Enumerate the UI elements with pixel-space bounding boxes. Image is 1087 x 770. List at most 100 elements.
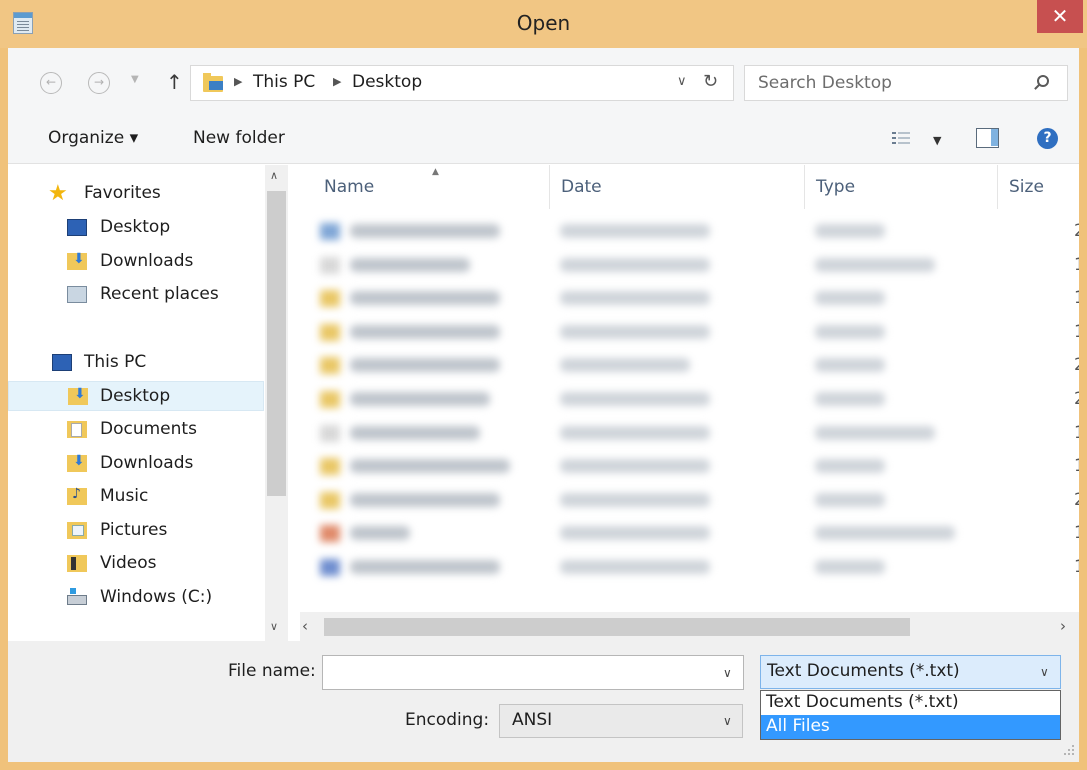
encoding-select[interactable]: ANSI ∨ — [499, 704, 743, 738]
file-type-obscured — [815, 257, 935, 272]
file-size: 1 — [1074, 288, 1079, 308]
file-date-obscured — [560, 358, 690, 373]
scroll-up-icon[interactable]: ∧ — [270, 169, 278, 182]
file-row[interactable]: 1 — [320, 452, 1079, 480]
nav-pc-music[interactable]: Music — [8, 482, 264, 512]
search-box[interactable] — [744, 65, 1068, 101]
chevron-down-icon[interactable]: ∨ — [723, 666, 732, 680]
column-type[interactable]: Type — [816, 177, 855, 197]
file-icon — [320, 458, 340, 476]
scroll-left-icon[interactable]: ‹ — [302, 617, 308, 635]
nav-pc-windows-c[interactable]: Windows (C:) — [8, 583, 264, 613]
drive-icon — [67, 588, 87, 605]
breadcrumb-chevron-icon[interactable]: ▶ — [333, 75, 341, 88]
file-row[interactable]: 1 — [320, 419, 1079, 447]
file-row[interactable]: 2 — [320, 486, 1079, 514]
file-name-obscured — [350, 425, 480, 440]
file-row[interactable]: 2 — [320, 217, 1079, 245]
nav-pc-videos[interactable]: Videos — [8, 549, 264, 579]
back-button[interactable]: ← — [40, 72, 62, 94]
file-type-obscured — [815, 492, 885, 507]
scroll-thumb[interactable] — [267, 191, 286, 496]
file-row[interactable]: 2 — [320, 351, 1079, 379]
file-icon — [320, 256, 340, 274]
file-name-obscured — [350, 526, 410, 541]
file-row[interactable]: 2 — [320, 385, 1079, 413]
chevron-down-icon[interactable]: ∨ — [1040, 665, 1049, 679]
forward-button[interactable]: → — [88, 72, 110, 94]
downloads-icon — [67, 251, 87, 270]
option-all-files[interactable]: All Files — [761, 715, 1060, 739]
column-size[interactable]: Size — [1009, 177, 1044, 197]
preview-pane-icon[interactable] — [976, 128, 999, 148]
column-name[interactable]: Name — [324, 177, 374, 197]
column-date[interactable]: Date — [561, 177, 602, 197]
breadcrumb-chevron-icon[interactable]: ▶ — [234, 75, 242, 88]
nav-this-pc[interactable]: This PC — [8, 348, 264, 378]
file-date-obscured — [560, 392, 710, 406]
up-arrow-icon[interactable]: ↑ — [166, 70, 183, 94]
scroll-right-icon[interactable]: › — [1060, 617, 1066, 635]
scroll-down-icon[interactable]: ∨ — [270, 620, 278, 633]
file-row[interactable]: 1 — [320, 553, 1079, 581]
nav-label: Desktop — [100, 217, 171, 237]
file-row[interactable]: 1 — [320, 318, 1079, 346]
title-bar[interactable]: Open ✕ — [0, 0, 1087, 48]
view-options-chevron-icon[interactable]: ▼ — [933, 134, 941, 147]
scroll-thumb[interactable] — [324, 618, 910, 636]
file-type-obscured — [815, 459, 885, 474]
nav-pc-documents[interactable]: Documents — [8, 415, 264, 445]
breadcrumb-desktop[interactable]: Desktop — [352, 72, 422, 92]
file-name-label: File name: — [228, 661, 316, 681]
file-size: 2 — [1074, 389, 1079, 409]
pictures-icon — [67, 522, 87, 539]
chevron-down-icon[interactable]: ∨ — [723, 714, 732, 728]
nav-vertical-scrollbar[interactable]: ∧ ∨ — [265, 165, 288, 641]
breadcrumb-this-pc[interactable]: This PC — [253, 72, 315, 92]
file-row[interactable]: 1 — [320, 284, 1079, 312]
new-folder-button[interactable]: New folder — [193, 128, 285, 148]
file-name-obscured — [350, 291, 500, 306]
star-icon: ★ — [48, 181, 68, 206]
desktop-icon — [67, 219, 87, 236]
nav-pc-desktop[interactable]: Desktop — [8, 381, 264, 411]
column-divider[interactable] — [549, 165, 550, 209]
column-divider[interactable] — [804, 165, 805, 209]
command-toolbar: Organize ▾ New folder ▼ ? — [8, 114, 1079, 164]
file-name-combo[interactable]: ∨ — [322, 655, 744, 690]
search-input[interactable] — [758, 73, 1018, 93]
change-view-icon[interactable] — [892, 131, 910, 146]
nav-pc-pictures[interactable]: Pictures — [8, 516, 264, 546]
file-row[interactable]: 1 — [320, 519, 1079, 547]
nav-favorites[interactable]: ★ Favorites — [8, 179, 264, 209]
file-type-dropdown: Text Documents (*.txt) All Files — [760, 690, 1061, 740]
downloads-icon — [67, 453, 87, 472]
file-type-select[interactable]: Text Documents (*.txt) ∨ — [760, 655, 1061, 689]
refresh-icon[interactable]: ↻ — [703, 71, 718, 92]
nav-label: Favorites — [84, 183, 161, 203]
help-icon[interactable]: ? — [1037, 128, 1058, 149]
option-text-documents[interactable]: Text Documents (*.txt) — [761, 691, 1060, 715]
nav-label: Desktop — [100, 386, 171, 406]
close-button[interactable]: ✕ — [1037, 0, 1083, 33]
file-icon — [320, 491, 340, 509]
address-history-chevron-icon[interactable]: ∨ — [677, 74, 687, 89]
nav-label: Recent places — [100, 284, 219, 304]
file-size: 1 — [1074, 423, 1079, 443]
nav-recent-places[interactable]: Recent places — [8, 280, 264, 310]
column-divider[interactable] — [997, 165, 998, 209]
organize-button[interactable]: Organize ▾ — [48, 128, 138, 148]
file-row[interactable]: 1 — [320, 251, 1079, 279]
nav-favorites-desktop[interactable]: Desktop — [8, 213, 264, 243]
recent-locations-chevron-icon[interactable]: ▼ — [131, 74, 139, 85]
music-icon — [67, 486, 87, 505]
address-bar[interactable]: ▶ This PC ▶ Desktop ∨ ↻ — [190, 65, 734, 101]
search-icon[interactable] — [1037, 75, 1049, 87]
file-list-horizontal-scrollbar[interactable]: ‹ › — [300, 612, 1079, 641]
resize-grip-icon[interactable] — [1064, 745, 1076, 757]
nav-label: Videos — [100, 553, 157, 573]
nav-favorites-downloads[interactable]: Downloads — [8, 247, 264, 277]
file-name-input[interactable] — [329, 663, 699, 683]
file-icon — [320, 290, 340, 308]
nav-pc-downloads[interactable]: Downloads — [8, 449, 264, 479]
